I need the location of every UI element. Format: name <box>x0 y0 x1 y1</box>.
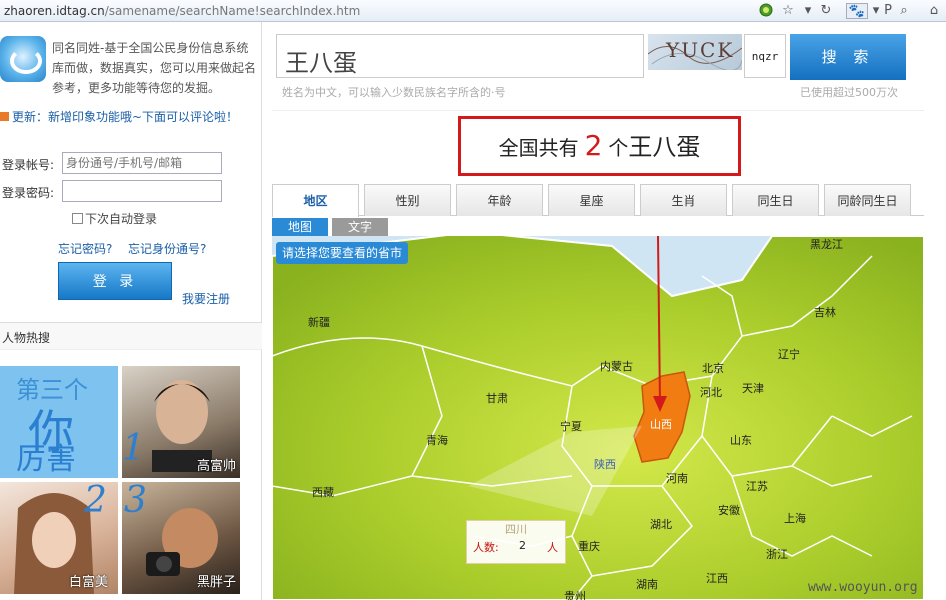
usage-count: 已使用超过500万次 <box>800 86 898 99</box>
search-button[interactable]: 搜 索 <box>790 34 906 80</box>
result-name: 王八蛋 <box>628 133 701 161</box>
tab-same-birthday[interactable]: 同生日 <box>732 184 819 216</box>
tile-rank: 1 <box>122 428 145 469</box>
province-label[interactable]: 上海 <box>784 510 806 526</box>
register-link[interactable]: 我要注册 <box>182 290 230 307</box>
account-label: 登录帐号: <box>2 158 55 172</box>
reload-icon[interactable]: ↻ <box>818 3 834 19</box>
province-label[interactable]: 陕西 <box>594 456 616 472</box>
result-count: 2 <box>584 129 603 162</box>
province-label[interactable]: 天津 <box>742 380 764 396</box>
captcha-text: YUCK <box>666 38 735 62</box>
china-map[interactable]: 请选择您要查看的省市 黑龙江 吉林 新疆 内蒙古 北京 辽宁 天津 甘肃 宁夏 … <box>272 236 924 600</box>
subtab-map[interactable]: 地图 <box>272 218 328 236</box>
province-label[interactable]: 新疆 <box>308 314 330 330</box>
browser-address-bar[interactable]: zhaoren.idtag.cn/samename/searchName!sea… <box>0 0 946 22</box>
captcha-image[interactable]: YUCK <box>648 34 742 70</box>
dropdown-arrow-icon[interactable]: ▾ <box>800 3 816 19</box>
province-label[interactable]: 黑龙江 <box>810 236 843 252</box>
engine-dropdown-icon[interactable]: ▾ <box>870 3 882 19</box>
left-sidebar: 同名同姓-基于全国公民身份信息系统库而做，数据真实，您可以用来做起名参考，更多功… <box>0 22 262 600</box>
tile-rank: 2 <box>84 482 107 521</box>
subtab-text[interactable]: 文字 <box>332 218 388 236</box>
province-label[interactable]: 山东 <box>730 432 752 448</box>
hot-tile-4[interactable]: 3 黑胖子 <box>122 482 240 594</box>
tab-region[interactable]: 地区 <box>272 184 359 217</box>
password-input[interactable] <box>62 180 222 202</box>
site-icon <box>758 3 774 19</box>
province-label[interactable]: 贵州 <box>564 588 586 600</box>
bookmark-star-icon[interactable]: ☆ <box>780 3 796 19</box>
province-tooltip: 四川 人数: 2 人 <box>466 520 566 564</box>
tooltip-unit: 人 <box>547 541 558 554</box>
password-label: 登录密码: <box>2 186 55 200</box>
tile-caption: 黑胖子 <box>196 575 236 590</box>
name-search-input[interactable]: 王八蛋 <box>276 34 644 78</box>
watermark: www.wooyun.org <box>808 580 918 595</box>
province-label[interactable]: 吉林 <box>814 304 836 320</box>
province-label[interactable]: 西藏 <box>312 484 334 500</box>
tile-caption: 白富美 <box>68 575 108 590</box>
hot-search-title: 人物热搜 <box>2 331 51 345</box>
login-button[interactable]: 登 录 <box>58 262 172 300</box>
tooltip-title: 四川 <box>505 523 527 536</box>
forgot-id-link[interactable]: 忘记身份通号? <box>128 240 206 257</box>
tab-gender[interactable]: 性别 <box>364 184 451 216</box>
hot-search-header: 人物热搜 <box>0 322 262 350</box>
hot-tile-2[interactable]: 1 高富帅 <box>122 366 240 478</box>
tab-same-age-birthday[interactable]: 同龄同生日 <box>824 184 911 216</box>
hot-tile-1[interactable]: 第三个 你 厉害 <box>0 366 118 478</box>
tile-caption: 高富帅 <box>196 459 236 474</box>
province-label[interactable]: 北京 <box>702 360 724 376</box>
tooltip-value: 2 <box>519 539 526 552</box>
result-prefix: 全国共有 <box>498 136 579 160</box>
province-label[interactable]: 宁夏 <box>560 418 582 434</box>
account-input[interactable] <box>62 152 222 174</box>
province-label[interactable]: 江西 <box>706 570 728 586</box>
hot-tile-3[interactable]: 2 白富美 <box>0 482 118 594</box>
tooltip-label: 人数: <box>473 541 499 554</box>
province-label[interactable]: 重庆 <box>578 538 600 554</box>
province-label[interactable]: 湖南 <box>636 576 658 592</box>
tab-constellation[interactable]: 星座 <box>548 184 635 216</box>
search-input-value[interactable]: 王八蛋 <box>285 43 357 78</box>
province-select-button[interactable]: 请选择您要查看的省市 <box>276 242 409 264</box>
update-notice[interactable]: 更新：新增印象功能哦~下面可以评论啦！ <box>0 108 238 125</box>
search-icon[interactable]: ⌕ <box>896 3 912 19</box>
url-text[interactable]: zhaoren.idtag.cn/samename/searchName!sea… <box>4 4 360 18</box>
province-label[interactable]: 甘肃 <box>486 390 508 406</box>
tab-zodiac[interactable]: 生肖 <box>640 184 727 216</box>
captcha-input[interactable]: nqzr <box>744 34 786 78</box>
province-label[interactable]: 河南 <box>666 470 688 486</box>
result-middle: 个 <box>608 136 629 160</box>
site-logo-icon <box>0 36 46 82</box>
province-label[interactable]: 江苏 <box>746 478 768 494</box>
search-hint: 姓名为中文，可以输入少数民族名字所含的·号 <box>282 86 506 99</box>
tile-rank: 3 <box>124 482 147 521</box>
stats-tabs: 地区 性别 年龄 星座 生肖 同生日 同龄同生日 <box>272 184 924 217</box>
arrow-annotation <box>653 236 667 412</box>
checkbox-box[interactable] <box>72 213 83 224</box>
notice-icon <box>0 112 9 121</box>
province-label[interactable]: 湖北 <box>650 516 672 532</box>
province-label[interactable]: 河北 <box>700 384 722 400</box>
province-label[interactable]: 安徽 <box>718 502 740 518</box>
search-engine-icon[interactable]: 🐾 <box>846 3 868 19</box>
province-label-highlighted[interactable]: 山西 <box>650 416 672 432</box>
province-label[interactable]: 浙江 <box>766 546 788 562</box>
divider <box>272 110 924 111</box>
home-icon[interactable]: ⌂ <box>926 3 942 19</box>
tile-text-line3: 厉害 <box>16 442 76 477</box>
search-field-left-icon[interactable]: P <box>882 3 894 19</box>
auto-login-checkbox[interactable]: 下次自动登录 <box>72 210 157 227</box>
result-summary: 全国共有 2 个王八蛋 <box>458 116 741 176</box>
site-intro: 同名同姓-基于全国公民身份信息系统库而做，数据真实，您可以用来做起名参考，更多功… <box>52 41 257 95</box>
forgot-password-link[interactable]: 忘记密码? <box>58 240 112 257</box>
province-label[interactable]: 青海 <box>426 432 448 448</box>
tab-age[interactable]: 年龄 <box>456 184 543 216</box>
province-label[interactable]: 辽宁 <box>778 346 800 362</box>
province-label[interactable]: 内蒙古 <box>600 358 633 374</box>
